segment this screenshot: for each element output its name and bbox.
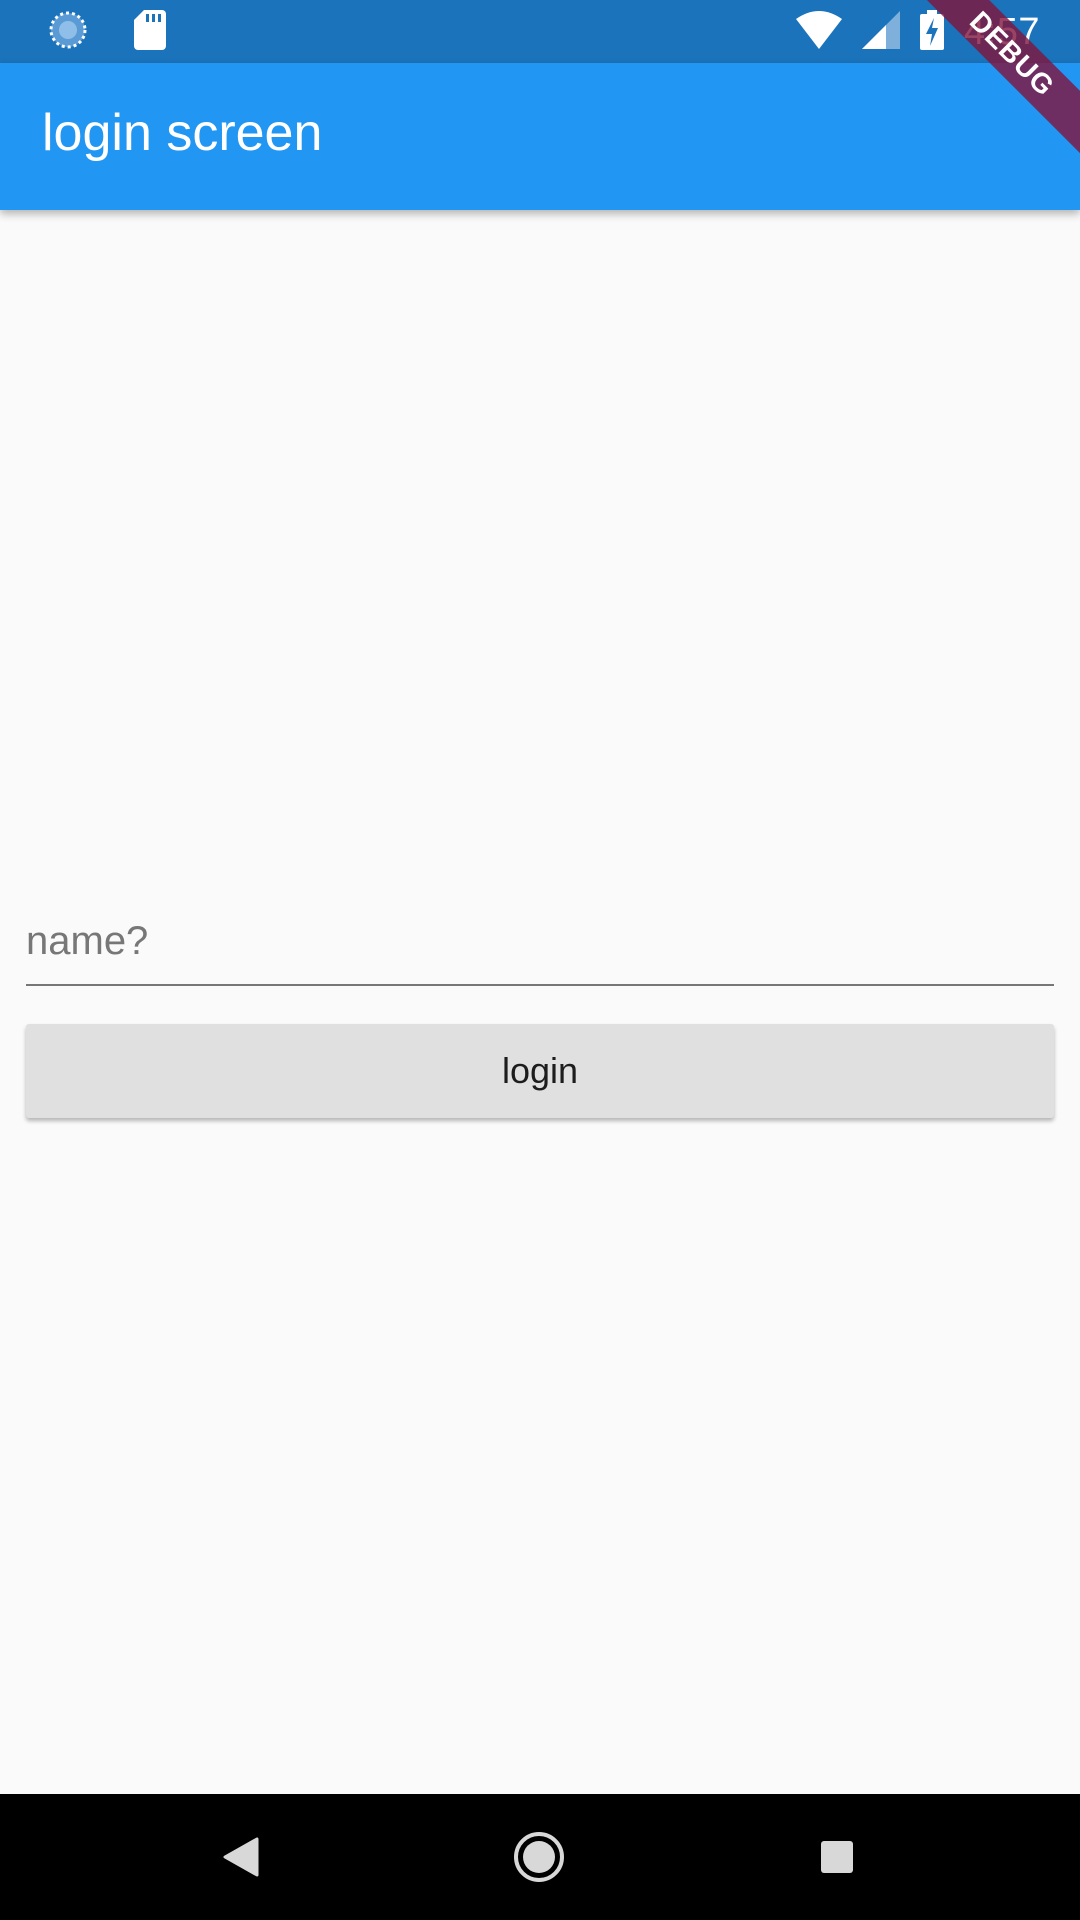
name-field [26, 880, 1054, 986]
back-button[interactable] [208, 1824, 274, 1890]
page-title: login screen [42, 104, 323, 162]
status-notifications [48, 9, 166, 55]
back-icon [223, 1837, 259, 1877]
home-button[interactable] [506, 1824, 572, 1890]
name-input[interactable] [26, 880, 1054, 984]
login-screen: 4:57 login screen DEBUG login [0, 0, 1080, 1920]
status-bar: 4:57 [0, 0, 1080, 63]
sync-icon [48, 10, 88, 55]
sd-card-icon [134, 9, 166, 55]
navigation-bar [0, 1794, 1080, 1920]
login-button[interactable]: login [26, 1024, 1054, 1118]
battery-charging-icon [920, 9, 945, 55]
app-bar: login screen [0, 63, 1080, 210]
cell-signal-icon [862, 10, 901, 54]
wifi-icon [796, 10, 843, 54]
recents-icon [821, 1841, 853, 1873]
recents-button[interactable] [804, 1824, 870, 1890]
home-icon [514, 1832, 564, 1882]
